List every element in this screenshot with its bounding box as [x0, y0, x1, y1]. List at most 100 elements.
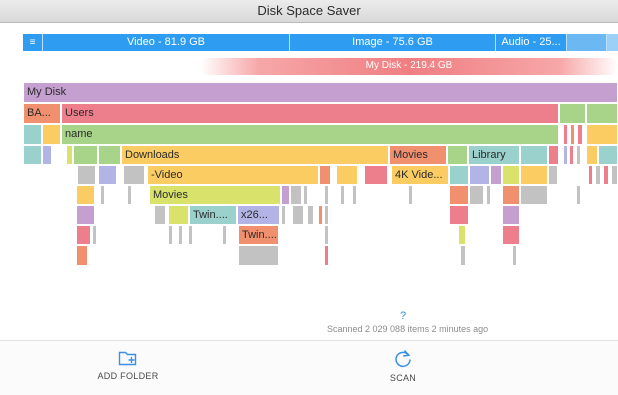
folder-block[interactable] — [576, 145, 581, 165]
folder-block[interactable] — [502, 225, 520, 245]
folder-library[interactable]: Library — [468, 145, 520, 165]
help-button[interactable]: ? — [0, 310, 618, 322]
folder-block[interactable] — [307, 205, 314, 225]
folder-block[interactable] — [238, 245, 279, 266]
folder-block[interactable] — [303, 185, 308, 205]
folder-block[interactable] — [168, 205, 189, 225]
folder-movies[interactable]: Movies — [389, 145, 447, 165]
folder-block[interactable] — [290, 185, 302, 205]
disk-treemap: My Disk BA... Users name Downloads Movie… — [0, 0, 618, 394]
scan-status-text: Scanned 2 029 088 items 2 minutes ago — [327, 324, 489, 334]
folder-block[interactable] — [469, 165, 490, 185]
refresh-icon — [395, 349, 411, 368]
folder-block[interactable] — [588, 165, 593, 185]
folder-block[interactable] — [502, 165, 520, 185]
folder-block[interactable] — [178, 225, 183, 245]
folder-ba[interactable]: BA... — [23, 103, 61, 124]
folder-block[interactable] — [324, 245, 329, 266]
folder-block[interactable] — [42, 124, 61, 145]
folder-block[interactable] — [559, 103, 586, 124]
folder-block[interactable] — [324, 225, 329, 245]
folder-block[interactable] — [364, 165, 388, 185]
folder-block[interactable] — [42, 145, 52, 165]
scan-label: SCAN — [389, 373, 417, 383]
folder-downloads[interactable]: Downloads — [121, 145, 389, 165]
folder-block[interactable] — [469, 185, 484, 205]
folder-block[interactable] — [77, 165, 96, 185]
folder-block[interactable] — [340, 185, 345, 205]
folder-block[interactable] — [127, 185, 132, 205]
add-folder-label: ADD FOLDER — [97, 371, 159, 381]
folder-block[interactable] — [318, 205, 323, 225]
add-folder-icon — [118, 351, 137, 366]
folder-block[interactable] — [586, 145, 598, 165]
folder-block[interactable] — [570, 124, 575, 145]
folder-block[interactable] — [76, 245, 88, 266]
folder-block[interactable] — [449, 185, 469, 205]
folder-4k-video[interactable]: 4K Vide... — [391, 165, 449, 185]
folder-block[interactable] — [168, 225, 173, 245]
folder-block[interactable] — [490, 165, 502, 185]
folder-block[interactable] — [324, 185, 329, 205]
folder-block[interactable] — [188, 225, 193, 245]
folder-block[interactable] — [408, 185, 413, 205]
add-folder-button[interactable]: ADD FOLDER — [68, 349, 188, 381]
folder-block[interactable] — [76, 225, 91, 245]
folder-block[interactable] — [281, 185, 290, 205]
folder-block[interactable] — [598, 145, 618, 165]
folder-twin-1[interactable]: Twin.... — [189, 205, 237, 225]
folder-block[interactable] — [281, 205, 286, 225]
folder-block[interactable] — [222, 225, 227, 245]
folder-block[interactable] — [460, 245, 466, 266]
folder-block[interactable] — [336, 165, 358, 185]
folder-block[interactable] — [23, 145, 42, 165]
folder-block[interactable] — [603, 165, 609, 185]
folder-block[interactable] — [73, 145, 98, 165]
folder-block[interactable] — [611, 165, 618, 185]
folder-block[interactable] — [449, 165, 469, 185]
folder-block[interactable] — [586, 103, 618, 124]
folder-block[interactable] — [512, 245, 517, 266]
folder-block[interactable] — [586, 124, 618, 145]
folder-block[interactable] — [324, 205, 329, 225]
folder-block[interactable] — [502, 185, 520, 205]
folder-block[interactable] — [520, 165, 548, 185]
folder-x26[interactable]: x26... — [237, 205, 280, 225]
folder-block[interactable] — [123, 165, 145, 185]
folder-block[interactable] — [98, 145, 121, 165]
folder-block[interactable] — [563, 145, 568, 165]
folder-twin-2[interactable]: Twin.... — [238, 225, 279, 245]
folder-block[interactable] — [66, 145, 73, 165]
folder-video[interactable]: -Video — [147, 165, 319, 185]
folder-block[interactable] — [447, 145, 468, 165]
folder-block[interactable] — [154, 205, 166, 225]
folder-block[interactable] — [502, 205, 520, 225]
folder-block[interactable] — [548, 165, 558, 185]
folder-movies-sub[interactable]: Movies — [149, 185, 281, 205]
folder-block[interactable] — [576, 185, 581, 205]
folder-block[interactable] — [76, 205, 95, 225]
folder-block[interactable] — [548, 145, 559, 165]
folder-my-disk[interactable]: My Disk — [23, 82, 618, 103]
folder-block[interactable] — [486, 185, 491, 205]
folder-block[interactable] — [23, 124, 42, 145]
folder-block[interactable] — [569, 145, 574, 165]
folder-block[interactable] — [100, 185, 105, 205]
folder-block[interactable] — [352, 185, 357, 205]
folder-block[interactable] — [98, 165, 117, 185]
folder-block[interactable] — [449, 205, 469, 225]
folder-block[interactable] — [319, 165, 331, 185]
folder-name[interactable]: name — [61, 124, 559, 145]
folder-block[interactable] — [577, 124, 583, 145]
folder-block[interactable] — [595, 165, 601, 185]
folder-block[interactable] — [92, 225, 97, 245]
folder-block[interactable] — [563, 124, 568, 145]
folder-block[interactable] — [458, 225, 466, 245]
folder-block[interactable] — [76, 185, 95, 205]
folder-users[interactable]: Users — [61, 103, 559, 124]
folder-block[interactable] — [520, 185, 548, 205]
scan-button[interactable]: SCAN — [343, 349, 463, 383]
folder-block[interactable] — [292, 205, 304, 225]
bottom-toolbar: ADD FOLDER SCAN — [0, 340, 618, 395]
folder-block[interactable] — [520, 145, 548, 165]
